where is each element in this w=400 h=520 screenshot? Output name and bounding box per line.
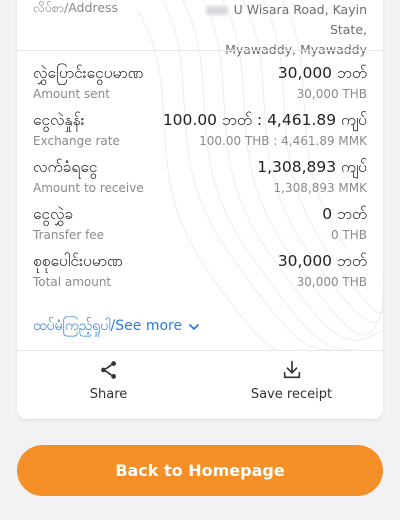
detail-value-en: 30,000 THB bbox=[296, 275, 367, 289]
detail-label-my: ငွေလွှဲခ bbox=[33, 205, 74, 223]
detail-label-en: Exchange rate bbox=[33, 134, 120, 148]
see-more-link[interactable]: ထပ်မံကြည့်ရှုပါ/See more bbox=[33, 316, 200, 337]
back-to-homepage-button[interactable]: Back to Homepage bbox=[17, 445, 383, 496]
share-icon bbox=[100, 361, 116, 379]
detail-label-my: စုစုပေါင်းပမာဏ bbox=[33, 252, 123, 270]
detail-row-amount-to-receive: လက်ခံရငွေ Amount to receive 1,308,893 ကျ… bbox=[33, 157, 367, 204]
address-line-1: U Wisara Road, Kayin State, bbox=[233, 2, 367, 37]
transfer-details: လွှဲပြောင်းငွေပမာဏ Amount sent 30,000 ဘတ… bbox=[33, 63, 367, 298]
detail-value-my: 100.00 ဘတ် : 4,461.89 ကျပ် bbox=[162, 111, 367, 129]
detail-value-my: 0 ဘတ် bbox=[322, 205, 367, 223]
receipt-actions: Share Save receipt bbox=[17, 351, 383, 419]
address-label: လိပ်စာ/Address bbox=[33, 0, 119, 15]
detail-value-my: 30,000 ဘတ် bbox=[277, 64, 367, 82]
detail-row-total-amount: စုစုပေါင်းပမာဏ Total amount 30,000 ဘတ် 3… bbox=[33, 251, 367, 298]
chevron-down-icon bbox=[189, 323, 199, 330]
detail-label-en: Transfer fee bbox=[33, 228, 105, 242]
download-icon bbox=[283, 360, 300, 379]
save-receipt-label: Save receipt bbox=[250, 387, 333, 402]
detail-label-en: Amount sent bbox=[33, 87, 110, 101]
see-more-label: ထပ်မံကြည့်ရှုပါ/See more bbox=[33, 318, 183, 334]
address-value: U Wisara Road, Kayin State, Myawaddy, My… bbox=[167, 0, 367, 60]
detail-label-my: ငွေလဲနှုန်း bbox=[33, 111, 85, 129]
receipt-card: လိပ်စာ/Address U Wisara Road, Kayin Stat… bbox=[17, 0, 383, 419]
detail-value-en: 100.00 THB : 4,461.89 MMK bbox=[199, 134, 367, 148]
detail-row-amount-sent: လွှဲပြောင်းငွေပမာဏ Amount sent 30,000 ဘတ… bbox=[33, 63, 367, 110]
detail-value-my: 1,308,893 ကျပ် bbox=[257, 158, 367, 176]
detail-label-my: လက်ခံရငွေ bbox=[33, 158, 98, 176]
detail-value-my: 30,000 ဘတ် bbox=[277, 252, 367, 270]
save-receipt-button[interactable]: Save receipt bbox=[200, 351, 383, 419]
address-row: လိပ်စာ/Address U Wisara Road, Kayin Stat… bbox=[33, 0, 367, 57]
detail-label-en: Total amount bbox=[33, 275, 112, 289]
detail-value-en: 30,000 THB bbox=[296, 87, 367, 101]
detail-value-en: 1,308,893 MMK bbox=[273, 181, 367, 195]
redacted-text bbox=[205, 6, 228, 15]
share-label: Share bbox=[89, 387, 128, 402]
detail-label-en: Amount to receive bbox=[33, 181, 144, 195]
back-to-homepage-label: Back to Homepage bbox=[115, 461, 285, 480]
section-divider bbox=[17, 50, 383, 51]
detail-row-exchange-rate: ငွေလဲနှုန်း Exchange rate 100.00 ဘတ် : 4… bbox=[33, 110, 367, 157]
share-button[interactable]: Share bbox=[17, 351, 200, 419]
detail-row-transfer-fee: ငွေလွှဲခ Transfer fee 0 ဘတ် 0 THB bbox=[33, 204, 367, 251]
detail-value-en: 0 THB bbox=[330, 228, 367, 242]
detail-label-my: လွှဲပြောင်းငွေပမာဏ bbox=[33, 64, 144, 82]
